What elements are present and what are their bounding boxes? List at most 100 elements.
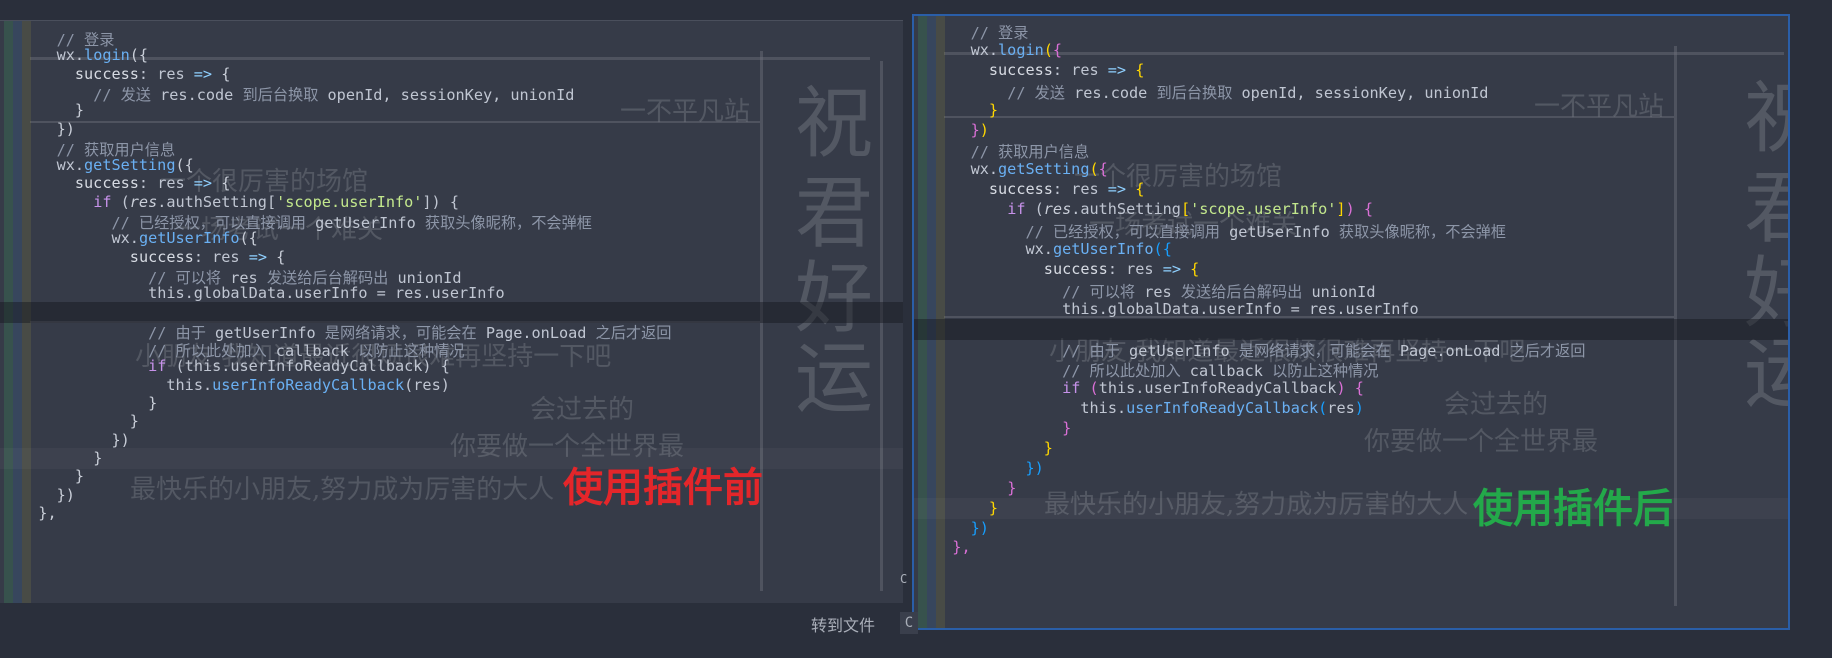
code-line[interactable]: } xyxy=(914,438,1788,459)
code-token: : xyxy=(193,247,213,266)
code-editor-before[interactable]: 祝 君 好 运 一不平凡站 一个很厉害的场馆 一场考试一个难关 小朋友,我知道最… xyxy=(0,20,903,603)
code-token: { xyxy=(1354,200,1374,219)
code-token: ({ xyxy=(239,229,258,248)
code-token: ( xyxy=(1043,40,1053,59)
code-line[interactable] xyxy=(914,318,1788,340)
code-line[interactable]: }) xyxy=(914,120,1788,141)
code-token: res xyxy=(1043,200,1072,219)
code-token: } xyxy=(129,412,139,431)
code-token: { xyxy=(276,247,286,266)
code-token: { xyxy=(1135,180,1145,199)
code-token: res xyxy=(1327,399,1355,418)
code-line[interactable]: success: res => { xyxy=(914,60,1788,81)
code-token: => xyxy=(239,247,277,266)
code-line[interactable]: }, xyxy=(914,537,1788,558)
code-line[interactable]: // 获取用户信息 xyxy=(914,139,1788,161)
code-token: this.globalData.userInfo = res.userInfo xyxy=(1062,299,1419,318)
code-token: } xyxy=(1043,438,1053,457)
code-token: wx. xyxy=(970,160,999,179)
code-token: wx xyxy=(56,46,75,65)
code-token: success xyxy=(988,60,1053,79)
code-token: res xyxy=(1071,60,1099,79)
code-token: res xyxy=(157,64,185,83)
code-line[interactable]: // 已经授权，可以直接调用 getUserInfo 获取头像昵称，不会弹框 xyxy=(914,219,1788,241)
code-token: => xyxy=(1153,259,1191,278)
code-token: { xyxy=(221,64,231,83)
code-line[interactable]: this.globalData.userInfo = res.userInfo xyxy=(914,299,1788,320)
code-token: userInfoReadyCallback xyxy=(212,375,405,394)
code-token: success xyxy=(74,64,139,83)
code-token: => xyxy=(1098,180,1136,199)
code-token: this.userInfoReadyCallback xyxy=(1098,379,1337,398)
code-token: }) xyxy=(1025,458,1044,477)
code-token: if xyxy=(1062,379,1081,398)
code-token: .authSetting xyxy=(1071,200,1181,219)
code-token: 'scope.userInfo' xyxy=(1190,200,1337,219)
code-line[interactable]: } xyxy=(914,418,1788,439)
code-token: } xyxy=(93,448,103,467)
code-line[interactable]: // 发送 res.code 到后台换取 openId, sessionKey,… xyxy=(914,80,1788,102)
code-token: ( xyxy=(1089,379,1099,398)
code-token: res xyxy=(1071,180,1099,199)
code-token: }) xyxy=(56,119,75,138)
code-token: }, xyxy=(952,538,971,557)
code-token: [ xyxy=(1180,200,1191,219)
goto-file-key[interactable]: C xyxy=(900,612,918,634)
code-token: . xyxy=(74,46,85,65)
code-line[interactable]: if (this.userInfoReadyCallback) { xyxy=(914,378,1788,399)
code-token: : xyxy=(138,64,158,83)
code-line[interactable]: // 由于 getUserInfo 是网络请求，可能会在 Page.onLoad… xyxy=(914,338,1788,360)
code-line[interactable]: }, xyxy=(0,503,903,524)
code-token: wx. xyxy=(1025,239,1053,258)
code-editor-after[interactable]: 祝 君 好 运 一不平凡站 一个很厉害的场馆 一场考试一个难关 小朋友,我知道最… xyxy=(912,14,1790,630)
scroll-marker: C xyxy=(900,572,908,586)
code-token: getUserInfo xyxy=(1052,239,1154,258)
code-token: login xyxy=(84,46,130,65)
code-token: ( xyxy=(1318,399,1328,418)
code-token: this.globalData.userInfo = res.userInfo xyxy=(148,284,505,303)
goto-file-label[interactable]: 转到文件 xyxy=(811,612,875,636)
code-line[interactable]: if (res.authSetting['scope.userInfo']) { xyxy=(914,199,1788,220)
code-token: ( xyxy=(111,192,130,211)
code-token: } xyxy=(148,394,158,412)
code-token: wx. xyxy=(970,40,999,59)
code-line[interactable]: success: res => { xyxy=(914,179,1788,200)
code-token: } xyxy=(1007,478,1017,497)
code-token: { xyxy=(1135,60,1145,79)
code-token: res xyxy=(129,192,158,211)
code-line[interactable]: wx.getUserInfo({ xyxy=(914,239,1788,260)
code-token: getUserInfo xyxy=(138,229,240,248)
code-line[interactable]: // 所以此处加入 callback 以防止这种情况 xyxy=(914,358,1788,380)
code-token: => xyxy=(1098,60,1136,79)
code-line[interactable]: wx.getSetting({ xyxy=(914,159,1788,180)
code-token: success xyxy=(988,180,1053,199)
code-token: ) xyxy=(1354,399,1364,418)
code-line[interactable]: // 登录 xyxy=(914,20,1788,42)
code-token: : xyxy=(138,174,158,193)
code-line[interactable]: success: res => { xyxy=(914,259,1788,280)
code-token: (res) xyxy=(404,375,450,394)
code-line[interactable]: this.userInfoReadyCallback(res) xyxy=(914,398,1788,419)
code-line[interactable]: // 可以将 res 发送给后台解码出 unionId xyxy=(914,279,1788,301)
code-token: } xyxy=(988,498,999,517)
code-token: success xyxy=(129,247,194,266)
code-token: } xyxy=(74,101,85,120)
code-token: ) xyxy=(1336,379,1346,398)
code-token: ( xyxy=(1153,239,1163,258)
code-token: ) xyxy=(979,120,989,139)
code-token: { xyxy=(1052,40,1063,59)
code-token: } xyxy=(1062,419,1072,437)
code-line[interactable]: wx.login({ xyxy=(914,40,1788,61)
code-token: { xyxy=(1190,259,1200,278)
caption-before-plugin: 使用插件前 xyxy=(563,464,763,511)
code-token: wx. xyxy=(111,229,139,248)
code-line[interactable]: } xyxy=(914,100,1788,121)
code-token: if xyxy=(1007,200,1026,219)
code-token: success xyxy=(1043,259,1108,278)
code-token: this. xyxy=(166,375,213,394)
code-token: 'scope.userInfo' xyxy=(276,192,423,211)
code-token: : xyxy=(1052,60,1072,79)
code-token: ({ xyxy=(129,46,149,65)
code-token: wx. xyxy=(56,156,85,175)
